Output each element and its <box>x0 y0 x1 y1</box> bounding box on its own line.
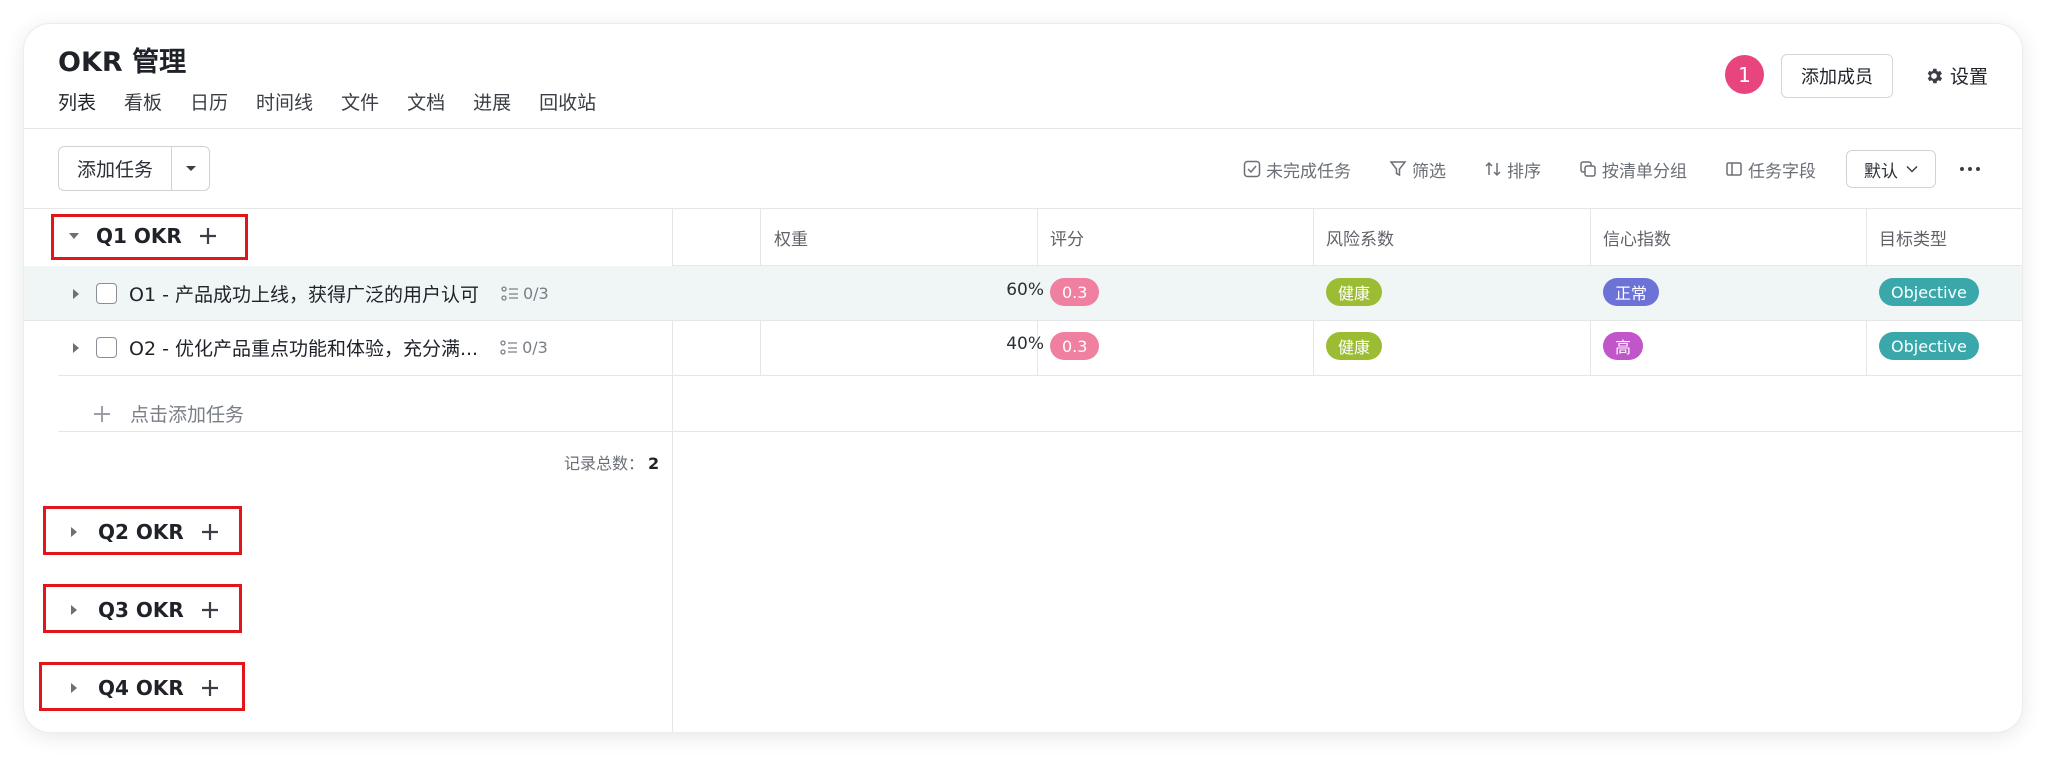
gear-icon <box>1927 68 1943 83</box>
subtask-count: 0/3 <box>500 338 548 357</box>
column-header-weight[interactable]: 权重 <box>774 225 808 250</box>
column-header-score[interactable]: 评分 <box>1050 225 1084 250</box>
risk-badge[interactable]: 健康 <box>1326 332 1383 360</box>
tab-files[interactable]: 文件 <box>341 88 379 115</box>
record-count-value: 2 <box>648 454 660 473</box>
subtask-icon <box>501 285 518 301</box>
task-checkbox[interactable] <box>96 283 117 304</box>
view-tabs: 列表 看板 日历 时间线 文件 文档 进展 回收站 <box>58 88 596 115</box>
page-title: OKR 管理 <box>58 47 187 78</box>
add-task-dropdown[interactable] <box>172 147 209 190</box>
quick-add-task[interactable]: 点击添加任务 <box>92 400 244 427</box>
caret-right-icon <box>71 527 77 537</box>
weight-value: 60% <box>1006 280 1044 300</box>
okr-window: OKR 管理 列表 看板 日历 时间线 文件 文档 进展 回收站 1 添加成员 … <box>24 24 2022 732</box>
group-label: Q2 OKR <box>98 520 184 544</box>
filter-icon <box>1389 161 1407 177</box>
group-label: Q4 OKR <box>98 676 184 700</box>
settings-label: 设置 <box>1950 66 1989 88</box>
task-title[interactable]: O1 - 产品成功上线，获得广泛的用户认可 <box>129 280 479 307</box>
group-label: Q1 OKR <box>96 224 182 248</box>
check-square-icon <box>1243 160 1261 178</box>
subtask-count-label: 0/3 <box>522 338 548 357</box>
filter-label: 筛选 <box>1412 161 1446 182</box>
risk-badge[interactable]: 健康 <box>1326 278 1383 306</box>
column-header-confidence[interactable]: 信心指数 <box>1603 225 1671 250</box>
group-icon <box>1580 161 1596 177</box>
tab-list[interactable]: 列表 <box>58 88 96 115</box>
filter-button[interactable]: 筛选 <box>1389 157 1446 182</box>
subtask-count-label: 0/3 <box>522 284 549 303</box>
toolbar-divider <box>24 208 2022 209</box>
more-icon[interactable] <box>1960 167 1980 171</box>
add-task-button[interactable]: 添加任务 <box>59 147 172 190</box>
notification-badge[interactable]: 1 <box>1725 55 1764 94</box>
record-count: 记录总数： 2 <box>564 450 659 474</box>
weight-value: 40% <box>1006 334 1044 354</box>
sort-button[interactable]: 排序 <box>1484 157 1541 182</box>
caret-down-icon <box>185 165 196 171</box>
view-toolbar: 未完成任务 筛选 排序 按清单分组 任务字段 默认 <box>1243 150 1980 188</box>
confidence-badge[interactable]: 高 <box>1603 332 1644 360</box>
tab-progress[interactable]: 进展 <box>473 88 511 115</box>
sort-icon <box>1485 161 1501 177</box>
task-fields-label: 任务字段 <box>1748 161 1816 182</box>
incomplete-tasks-toggle[interactable]: 未完成任务 <box>1243 157 1351 182</box>
columns-icon <box>1726 162 1742 176</box>
confidence-badge[interactable]: 正常 <box>1603 278 1660 306</box>
record-count-label: 记录总数： <box>564 454 645 473</box>
group-by-list-label: 按清单分组 <box>1602 161 1687 182</box>
tab-docs[interactable]: 文档 <box>407 88 445 115</box>
score-badge[interactable]: 0.3 <box>1050 332 1100 360</box>
group-header-q3[interactable]: Q3 OKR <box>70 598 220 622</box>
add-member-button[interactable]: 添加成员 <box>1781 54 1893 98</box>
group-header-q1[interactable]: Q1 OKR <box>68 224 218 248</box>
task-checkbox[interactable] <box>96 337 117 358</box>
group-header-q4[interactable]: Q4 OKR <box>70 676 220 700</box>
plus-icon[interactable] <box>200 600 220 620</box>
goal-type-badge[interactable]: Objective <box>1879 278 1979 306</box>
group-label: Q3 OKR <box>98 598 184 622</box>
tab-calendar[interactable]: 日历 <box>190 88 228 115</box>
group-header-q2[interactable]: Q2 OKR <box>70 520 220 544</box>
view-default-label: 默认 <box>1864 161 1898 182</box>
group-by-list-button[interactable]: 按清单分组 <box>1579 157 1687 182</box>
incomplete-tasks-label: 未完成任务 <box>1266 161 1351 182</box>
caret-right-icon[interactable] <box>72 342 80 354</box>
row-divider <box>58 431 2022 432</box>
column-header-goal-type[interactable]: 目标类型 <box>1879 225 1947 250</box>
add-task-split-button: 添加任务 <box>58 146 210 191</box>
subtask-count: 0/3 <box>501 284 549 303</box>
sort-label: 排序 <box>1507 161 1541 182</box>
view-default-select[interactable]: 默认 <box>1846 150 1936 188</box>
goal-type-badge[interactable]: Objective <box>1879 332 1979 360</box>
plus-icon[interactable] <box>198 226 218 246</box>
caret-right-icon <box>71 683 77 693</box>
task-row-o1: O1 - 产品成功上线，获得广泛的用户认可 0/3 <box>72 280 549 307</box>
chevron-down-icon <box>1906 165 1918 173</box>
score-badge[interactable]: 0.3 <box>1050 278 1100 306</box>
task-row-o2: O2 - 优化产品重点功能和体验，充分满... 0/3 <box>72 334 548 361</box>
caret-right-icon <box>71 605 77 615</box>
tab-board[interactable]: 看板 <box>124 88 162 115</box>
plus-icon <box>94 405 110 422</box>
column-header-risk[interactable]: 风险系数 <box>1326 225 1394 250</box>
task-title[interactable]: O2 - 优化产品重点功能和体验，充分满... <box>129 334 478 361</box>
settings-button[interactable]: 设置 <box>1924 62 1988 89</box>
header-divider <box>24 128 2022 129</box>
row-divider <box>58 375 2022 376</box>
caret-right-icon[interactable] <box>72 288 80 300</box>
tab-timeline[interactable]: 时间线 <box>256 88 313 115</box>
tab-recycle-bin[interactable]: 回收站 <box>539 88 596 115</box>
plus-icon[interactable] <box>200 678 220 698</box>
quick-add-task-label: 点击添加任务 <box>130 404 245 426</box>
subtask-icon <box>500 339 518 355</box>
caret-down-icon <box>69 233 79 239</box>
plus-icon[interactable] <box>200 522 220 542</box>
task-fields-button[interactable]: 任务字段 <box>1725 157 1816 182</box>
